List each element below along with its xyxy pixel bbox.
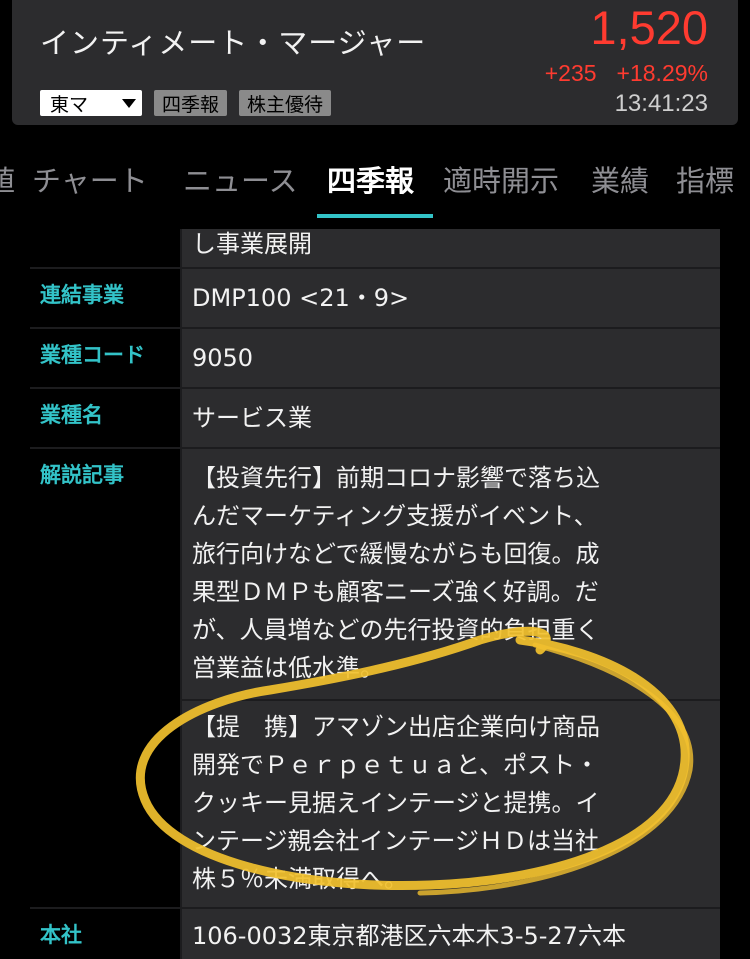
commentary-line: 【投資先行】前期コロナ影響で落ち込 (192, 464, 600, 492)
active-tab-indicator (317, 214, 433, 218)
yutai-badge[interactable]: 株主優待 (239, 90, 332, 116)
commentary-line: 株５％未満取得へ。 (192, 865, 408, 893)
dropdown-triangle-icon (122, 98, 136, 108)
tab-news[interactable]: ニュース (183, 158, 298, 200)
table-row: 解説記事 【投資先行】前期コロナ影響で落ち込 んだマーケティング支援がイベント、… (30, 449, 720, 907)
market-select-label: 東マ (50, 93, 89, 116)
table-row: 連結事業 DMP100 <21・9> (30, 269, 720, 327)
shikiho-table: し事業展開 連結事業 DMP100 <21・9> 業種コード 9050 業種名 … (30, 229, 720, 959)
change-percent: +18.29% (616, 60, 708, 86)
market-select[interactable]: 東マ (40, 90, 142, 116)
commentary-line: クッキー見据えインテージと提携。イ (192, 789, 600, 817)
table-row: し事業展開 (30, 229, 720, 267)
commentary-line: 開発でＰｅｒｐｅｔｕａと、ポスト・ (192, 751, 600, 779)
row-value: DMP100 <21・9> (182, 269, 720, 327)
tab-shikiho[interactable]: 四季報 (327, 158, 414, 200)
table-row: 業種コード 9050 (30, 329, 720, 387)
row-key: 連結事業 (30, 269, 180, 327)
commentary-line: 旅行向けなどで緩慢ながらも回復。成 (192, 540, 600, 568)
shikiho-badge[interactable]: 四季報 (154, 90, 228, 116)
change-absolute: +235 (544, 60, 597, 86)
tab-indicators[interactable]: 指標 (676, 158, 734, 200)
row-key: 本社 (30, 909, 180, 959)
table-row: 本社 106-0032東京都港区六本木3-5-27六本 (30, 909, 720, 959)
tab-bar: 値 チャート ニュース 四季報 適時開示 業績 指標 (0, 150, 750, 218)
paragraph-divider (182, 699, 720, 701)
commentary-line: 【提 携】アマゾン出店企業向け商品 (192, 713, 600, 741)
price-change: +235 +18.29% (545, 60, 708, 87)
commentary-line: ンテージ親会社インテージＨＤは当社 (192, 827, 600, 855)
row-value: 【投資先行】前期コロナ影響で落ち込 んだマーケティング支援がイベント、 旅行向け… (182, 449, 720, 907)
tab-price[interactable]: 値 (0, 158, 15, 200)
badge-row: 東マ 四季報 株主優待 (40, 90, 332, 116)
row-value: 9050 (182, 329, 720, 387)
row-key: 業種コード (30, 329, 180, 387)
commentary-line: 果型ＤＭＰも顧客ニーズ強く好調。だ (192, 578, 599, 606)
tab-disclosure[interactable]: 適時開示 (443, 158, 559, 200)
row-value: サービス業 (182, 389, 720, 447)
tab-results[interactable]: 業績 (591, 158, 649, 200)
quote-time: 13:41:23 (614, 90, 708, 117)
stock-price: 1,520 (590, 1, 708, 54)
commentary-line: んだマーケティング支援がイベント、 (192, 502, 598, 530)
stock-header: インティメート・マージャー 1,520 +235 +18.29% 13:41:23… (12, 0, 738, 125)
company-name: インティメート・マージャー (40, 26, 427, 60)
row-value: し事業展開 (182, 229, 720, 267)
tab-chart[interactable]: チャート (32, 158, 148, 200)
row-value: 106-0032東京都港区六本木3-5-27六本 (182, 909, 720, 959)
row-key: 解説記事 (30, 449, 180, 907)
row-key: 業種名 (30, 389, 180, 447)
commentary-line: が、人員増などの先行投資的負担重く (192, 616, 600, 644)
row-key (30, 229, 180, 267)
commentary-line: 営業益は低水準。 (192, 654, 384, 682)
table-row: 業種名 サービス業 (30, 389, 720, 447)
commentary-paragraph-1: 【投資先行】前期コロナ影響で落ち込 んだマーケティング支援がイベント、 旅行向け… (192, 459, 710, 687)
commentary-paragraph-2: 【提 携】アマゾン出店企業向け商品 開発でＰｅｒｐｅｔｕａと、ポスト・ クッキー… (192, 708, 710, 898)
